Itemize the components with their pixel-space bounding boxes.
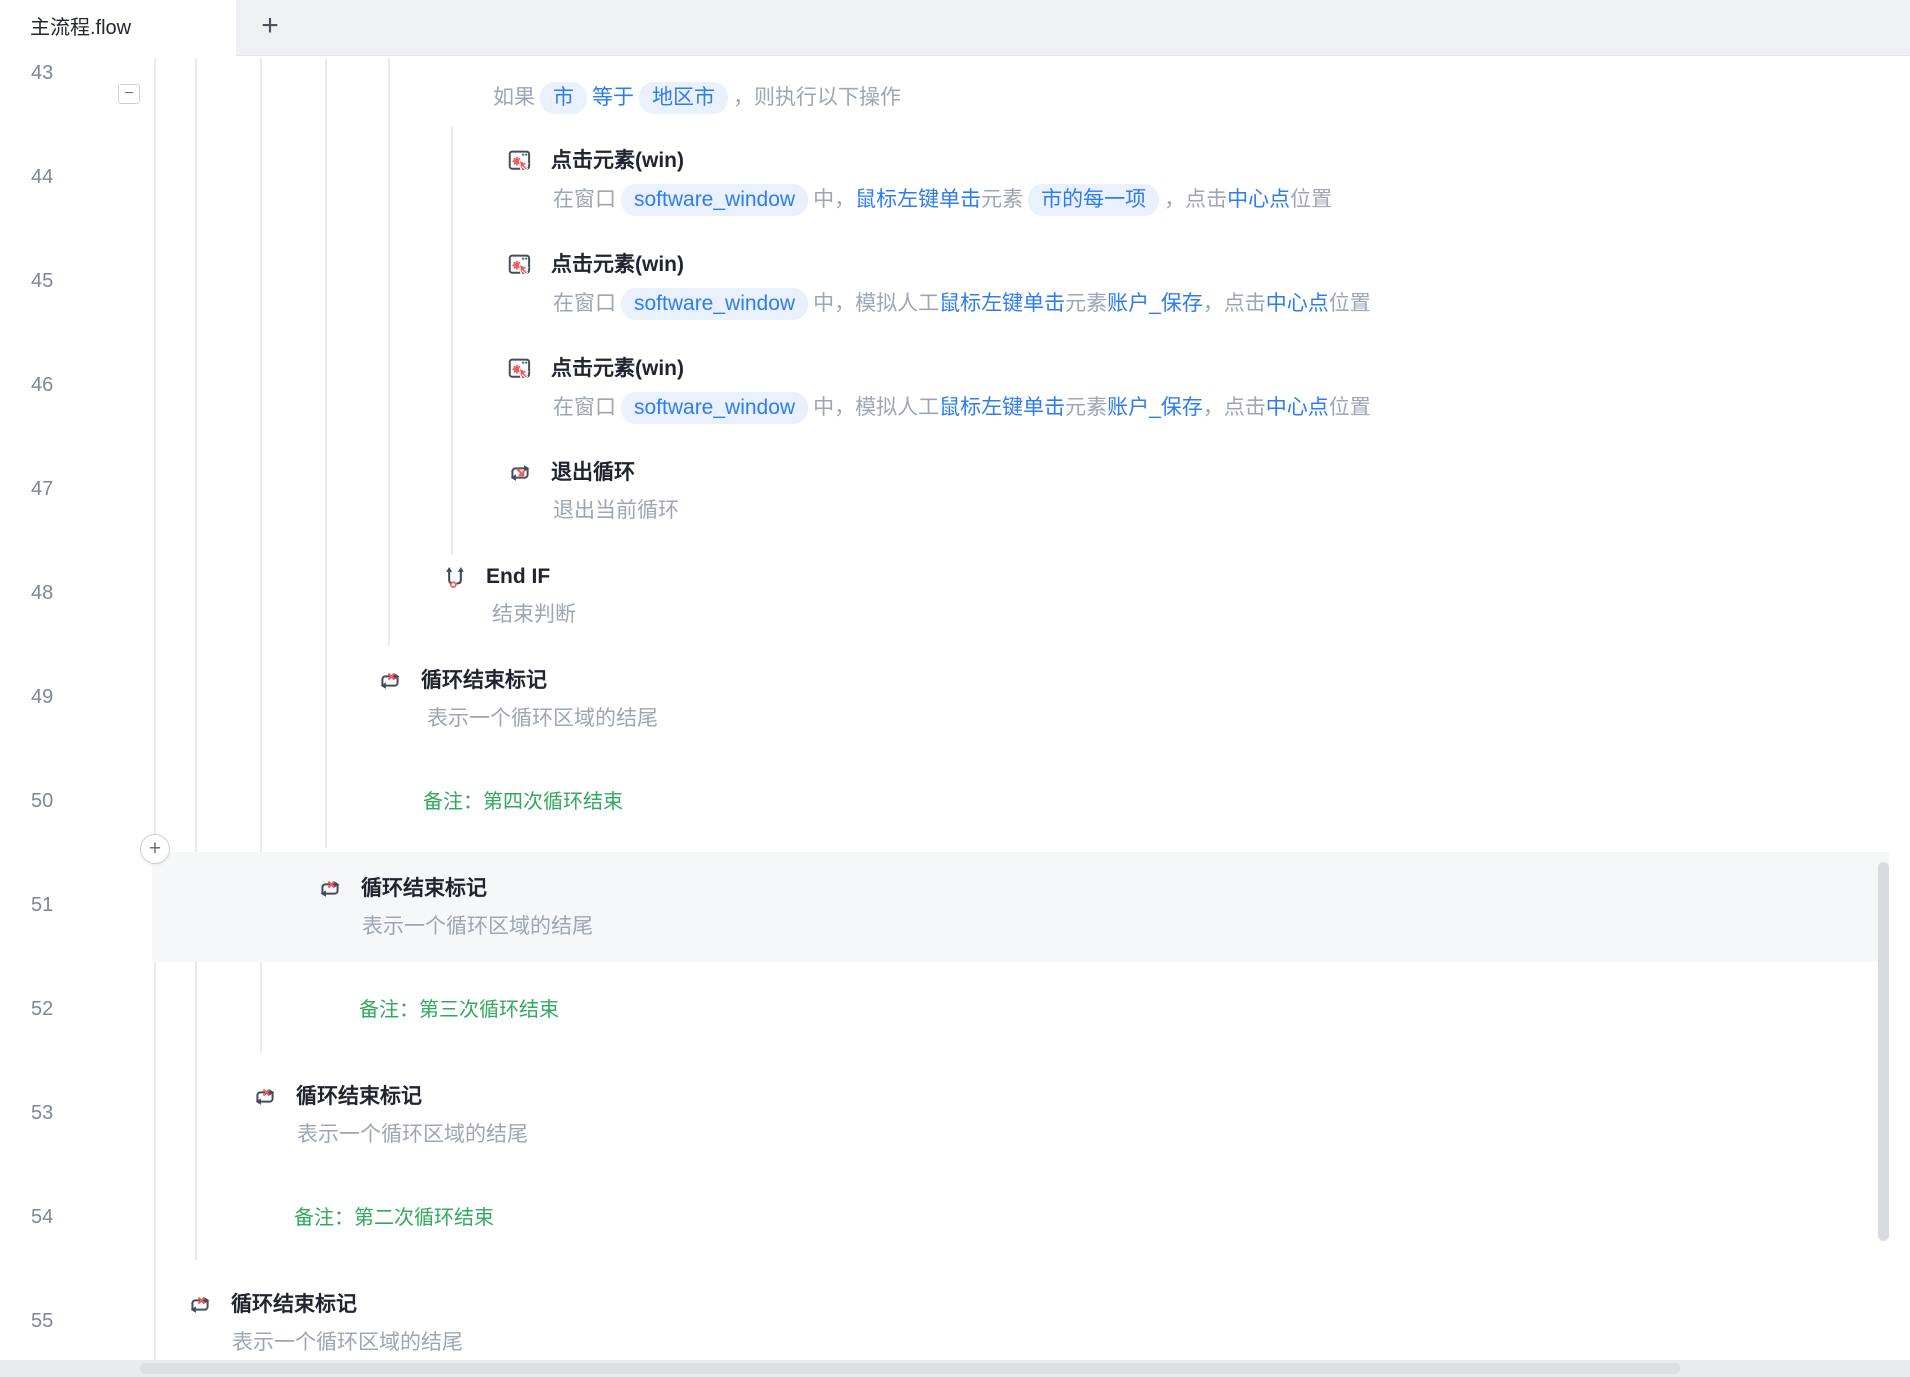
if-variable-left: 市: [540, 82, 587, 114]
loop-end-icon: [316, 875, 344, 903]
step-description[interactable]: 在窗口 software_window 中，模拟人工鼠标左键单击元素账户_保存，点击…: [553, 392, 1371, 424]
selected-row-highlight: [152, 852, 1889, 962]
flow-editor: + 主流程.flow 43 44 45 46 47 48 49 50 51 52…: [0, 0, 1910, 1377]
step-title: 循环结束标记: [421, 669, 547, 692]
step-description[interactable]: 表示一个循环区域的结尾: [232, 1328, 463, 1358]
note-loop4-end[interactable]: 备注：第四次循环结束: [423, 787, 623, 817]
step-title: 循环结束标记: [361, 877, 487, 900]
step-description[interactable]: 退出当前循环: [553, 496, 679, 526]
flow-canvas: 43 44 45 46 47 48 49 50 51 52 53 54 55 −…: [0, 57, 1910, 1377]
step-title: 循环结束标记: [296, 1085, 422, 1108]
loop-end-icon: [376, 667, 404, 695]
step-click-element[interactable]: 点击元素(win): [506, 147, 684, 175]
line-number: 45: [31, 270, 54, 292]
step-description[interactable]: 表示一个循环区域的结尾: [362, 912, 593, 942]
end-if-icon: [441, 563, 469, 591]
step-loop-end-marker[interactable]: 循环结束标记: [186, 1291, 357, 1319]
if-prefix: 如果: [493, 86, 535, 109]
line-number: 50: [31, 790, 54, 812]
line-number: 54: [31, 1206, 54, 1228]
step-title: 点击元素(win): [551, 149, 684, 172]
step-click-element[interactable]: 点击元素(win): [506, 251, 684, 279]
indent-guide-1: [154, 59, 156, 1360]
click-element-icon: [506, 355, 534, 383]
element-ref: 账户_保存: [1107, 292, 1203, 315]
step-title: End IF: [486, 565, 551, 588]
click-element-icon: [506, 147, 534, 175]
step-title: 点击元素(win): [551, 357, 684, 380]
element-ref: 账户_保存: [1107, 396, 1203, 419]
indent-guide-if: [451, 127, 453, 555]
step-title: 点击元素(win): [551, 253, 684, 276]
vertical-scrollbar-thumb[interactable]: [1878, 862, 1889, 1241]
step-exit-loop[interactable]: 退出循环: [506, 459, 635, 487]
add-step-button[interactable]: +: [140, 834, 170, 864]
line-number: 47: [31, 478, 54, 500]
step-loop-end-marker[interactable]: 循环结束标记: [376, 667, 547, 695]
line-number: 52: [31, 998, 54, 1020]
tab-main-flow[interactable]: 主流程.flow: [0, 0, 236, 57]
click-element-icon: [506, 251, 534, 279]
step-description[interactable]: 表示一个循环区域的结尾: [297, 1120, 528, 1150]
if-condition-text[interactable]: 如果市等于 地区市 ，则执行以下操作: [493, 82, 901, 114]
line-number: 51: [31, 894, 54, 916]
step-loop-end-marker[interactable]: 循环结束标记: [316, 875, 487, 903]
step-description[interactable]: 表示一个循环区域的结尾: [427, 704, 658, 734]
new-tab-button[interactable]: +: [250, 0, 290, 56]
step-loop-end-marker[interactable]: 循环结束标记: [251, 1083, 422, 1111]
step-description[interactable]: 在窗口 software_window 中，鼠标左键单击元素 市的每一项 ，点击中心点位…: [553, 184, 1332, 216]
exit-loop-icon: [506, 459, 534, 487]
indent-guide-5: [388, 59, 390, 645]
note-loop3-end[interactable]: 备注：第三次循环结束: [359, 995, 559, 1025]
indent-guide-2: [195, 59, 197, 1260]
window-ref: software_window: [621, 184, 809, 216]
line-number: 53: [31, 1102, 54, 1124]
step-title: 循环结束标记: [231, 1293, 357, 1316]
tab-bar: +: [0, 0, 1910, 56]
line-number: 44: [31, 166, 54, 188]
if-suffix: ，则执行以下操作: [733, 86, 901, 109]
if-operator: 等于: [592, 86, 634, 109]
line-number: 46: [31, 374, 54, 396]
line-number: 49: [31, 686, 54, 708]
if-variable-right: 地区市: [639, 82, 728, 114]
loop-end-icon: [251, 1083, 279, 1111]
step-description[interactable]: 在窗口 software_window 中，模拟人工鼠标左键单击元素账户_保存，点击…: [553, 288, 1371, 320]
window-ref: software_window: [621, 392, 809, 424]
step-description[interactable]: 结束判断: [492, 600, 576, 630]
horizontal-scrollbar-thumb[interactable]: [140, 1363, 1680, 1374]
horizontal-scrollbar[interactable]: [0, 1360, 1910, 1377]
loop-end-icon: [186, 1291, 214, 1319]
indent-guide-4: [325, 59, 327, 848]
element-ref: 市的每一项: [1028, 184, 1160, 216]
step-end-if[interactable]: End IF: [441, 563, 550, 591]
window-ref: software_window: [621, 288, 809, 320]
line-number: 43: [31, 62, 54, 84]
step-click-element[interactable]: 点击元素(win): [506, 355, 684, 383]
note-loop2-end[interactable]: 备注：第二次循环结束: [294, 1203, 494, 1233]
collapse-if-button[interactable]: −: [118, 84, 140, 104]
line-number: 48: [31, 582, 54, 604]
line-number: 55: [31, 1310, 54, 1332]
step-title: 退出循环: [551, 461, 635, 484]
